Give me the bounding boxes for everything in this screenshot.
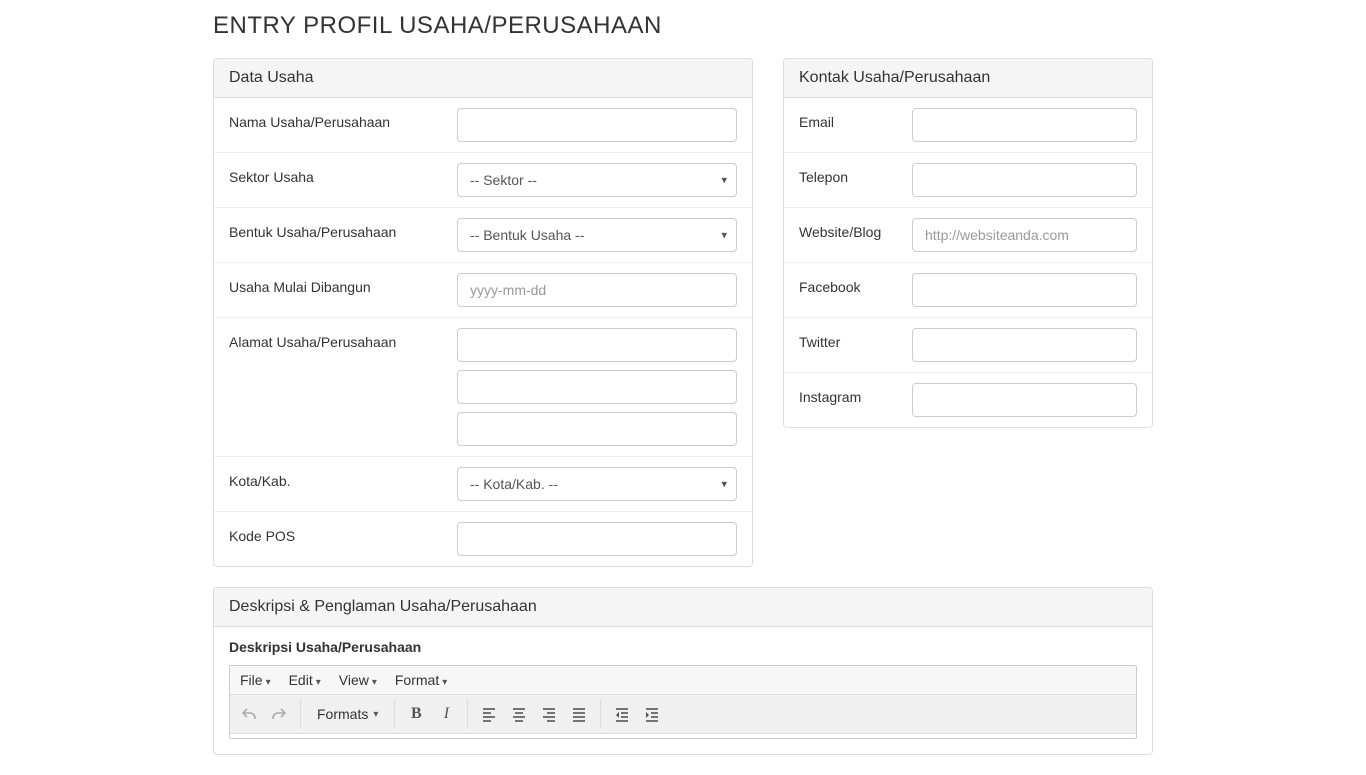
label-nama-usaha: Nama Usaha/Perusahaan [229, 108, 457, 130]
align-left-button[interactable] [474, 699, 504, 729]
italic-button[interactable]: I [431, 699, 461, 729]
label-website: Website/Blog [799, 218, 912, 240]
align-justify-button[interactable] [564, 699, 594, 729]
nama-usaha-input[interactable] [457, 108, 737, 142]
telepon-input[interactable] [912, 163, 1137, 197]
editor-content-area[interactable] [230, 734, 1136, 738]
align-center-button[interactable] [504, 699, 534, 729]
panel-heading-deskripsi: Deskripsi & Penglaman Usaha/Perusahaan [214, 588, 1152, 627]
bold-button[interactable]: B [401, 699, 431, 729]
rich-text-editor: File▾ Edit▾ View▾ Format▾ [229, 665, 1137, 739]
panel-data-usaha: Data Usaha Nama Usaha/Perusahaan Sektor … [213, 58, 753, 567]
editor-menu-format[interactable]: Format▾ [395, 672, 447, 688]
label-usaha-mulai: Usaha Mulai Dibangun [229, 273, 457, 295]
twitter-input[interactable] [912, 328, 1137, 362]
redo-button[interactable] [264, 699, 294, 729]
alamat-line2-input[interactable] [457, 370, 737, 404]
align-left-icon [481, 706, 497, 722]
align-justify-icon [571, 706, 587, 722]
label-bentuk-usaha: Bentuk Usaha/Perusahaan [229, 218, 457, 240]
label-kota-kab: Kota/Kab. [229, 467, 457, 489]
align-right-button[interactable] [534, 699, 564, 729]
undo-icon [241, 706, 257, 722]
formats-dropdown[interactable]: Formats▾ [307, 699, 388, 729]
instagram-input[interactable] [912, 383, 1137, 417]
panel-kontak-usaha: Kontak Usaha/Perusahaan Email Telepon [783, 58, 1153, 428]
panel-heading-data-usaha: Data Usaha [214, 59, 752, 98]
redo-icon [271, 706, 287, 722]
indent-icon [644, 706, 660, 722]
editor-menu-view[interactable]: View▾ [339, 672, 377, 688]
kode-pos-input[interactable] [457, 522, 737, 556]
label-deskripsi-usaha: Deskripsi Usaha/Perusahaan [214, 627, 1152, 665]
facebook-input[interactable] [912, 273, 1137, 307]
bentuk-usaha-select[interactable]: -- Bentuk Usaha -- [457, 218, 737, 252]
italic-icon: I [444, 705, 449, 723]
label-twitter: Twitter [799, 328, 912, 350]
editor-menu-file[interactable]: File▾ [240, 672, 271, 688]
usaha-mulai-input[interactable] [457, 273, 737, 307]
outdent-icon [614, 706, 630, 722]
label-sektor-usaha: Sektor Usaha [229, 163, 457, 185]
undo-button[interactable] [234, 699, 264, 729]
website-input[interactable] [912, 218, 1137, 252]
alamat-line1-input[interactable] [457, 328, 737, 362]
bold-icon: B [411, 705, 422, 723]
page-title: ENTRY PROFIL USAHA/PERUSAHAAN [213, 12, 1153, 40]
align-right-icon [541, 706, 557, 722]
label-alamat-usaha: Alamat Usaha/Perusahaan [229, 328, 457, 350]
label-email: Email [799, 108, 912, 130]
editor-menu-edit[interactable]: Edit▾ [289, 672, 321, 688]
kota-kab-select[interactable]: -- Kota/Kab. -- [457, 467, 737, 501]
indent-button[interactable] [637, 699, 667, 729]
panel-heading-kontak-usaha: Kontak Usaha/Perusahaan [784, 59, 1152, 98]
email-input[interactable] [912, 108, 1137, 142]
alamat-line3-input[interactable] [457, 412, 737, 446]
editor-menubar: File▾ Edit▾ View▾ Format▾ [230, 666, 1136, 695]
editor-toolbar: Formats▾ B I [230, 695, 1136, 734]
label-facebook: Facebook [799, 273, 912, 295]
label-instagram: Instagram [799, 383, 912, 405]
label-telepon: Telepon [799, 163, 912, 185]
sektor-usaha-select[interactable]: -- Sektor -- [457, 163, 737, 197]
panel-deskripsi: Deskripsi & Penglaman Usaha/Perusahaan D… [213, 587, 1153, 755]
label-kode-pos: Kode POS [229, 522, 457, 544]
outdent-button[interactable] [607, 699, 637, 729]
align-center-icon [511, 706, 527, 722]
